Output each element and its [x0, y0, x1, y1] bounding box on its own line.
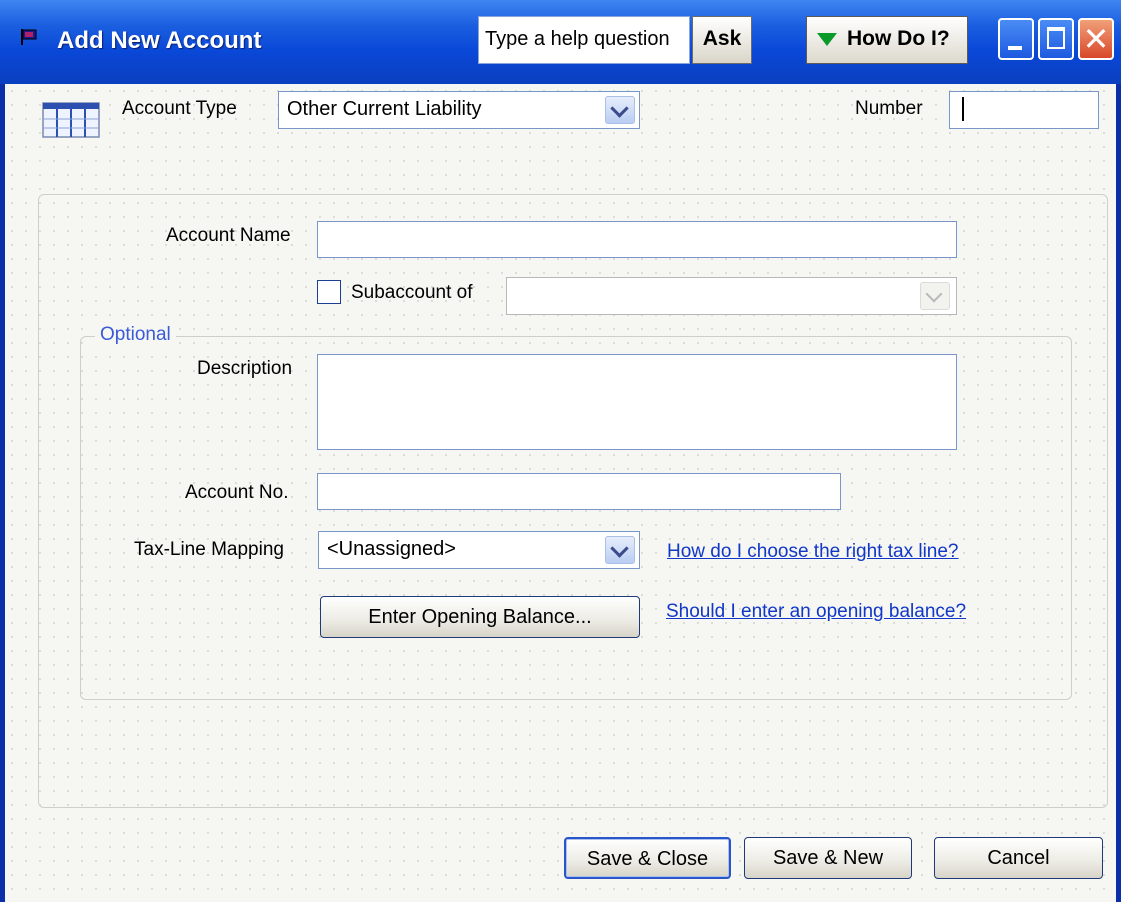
number-input[interactable]: [949, 91, 1099, 129]
chevron-down-icon: [610, 99, 629, 118]
tax-line-help-link[interactable]: How do I choose the right tax line?: [667, 541, 959, 563]
subaccount-dropdown-button[interactable]: [920, 282, 950, 310]
chevron-down-icon: [925, 285, 943, 303]
account-type-select[interactable]: Other Current Liability: [278, 91, 640, 129]
add-new-account-window: Add New Account Type a help question Ask…: [0, 0, 1121, 902]
subaccount-checkbox[interactable]: [317, 280, 341, 304]
app-flag-icon: [21, 29, 37, 45]
account-type-label: Account Type: [122, 98, 237, 119]
close-button[interactable]: ✕: [1078, 18, 1114, 60]
subaccount-label[interactable]: Subaccount of: [351, 282, 472, 304]
account-type-value: Other Current Liability: [287, 98, 482, 120]
minimize-icon: [1008, 46, 1022, 50]
text-caret: [962, 97, 964, 121]
tax-line-mapping-label: Tax-Line Mapping: [134, 539, 284, 560]
tax-line-mapping-select[interactable]: <Unassigned>: [318, 531, 640, 569]
account-no-label: Account No.: [185, 482, 289, 503]
number-label: Number: [855, 98, 923, 119]
window-title: Add New Account: [57, 27, 262, 54]
help-question-input[interactable]: Type a help question: [478, 16, 690, 64]
save-close-button[interactable]: Save & Close: [564, 837, 731, 879]
maximize-icon: [1047, 27, 1065, 49]
maximize-button[interactable]: [1038, 18, 1074, 60]
tax-line-value: <Unassigned>: [327, 538, 456, 560]
minimize-button[interactable]: [998, 18, 1034, 60]
close-icon: ✕: [1082, 20, 1110, 58]
account-grid-icon: [42, 102, 100, 138]
cancel-button[interactable]: Cancel: [934, 837, 1103, 879]
triangle-down-icon: [817, 33, 837, 46]
chevron-down-icon: [610, 539, 629, 558]
optional-legend: Optional: [95, 324, 176, 346]
ask-button[interactable]: Ask: [692, 16, 752, 64]
save-new-button[interactable]: Save & New: [744, 837, 912, 879]
opening-balance-help-link[interactable]: Should I enter an opening balance?: [666, 601, 966, 623]
how-do-i-label: How Do I?: [847, 27, 950, 50]
account-no-input[interactable]: [317, 473, 841, 510]
description-textarea[interactable]: [317, 354, 957, 450]
subaccount-select[interactable]: [506, 277, 957, 315]
enter-opening-balance-button[interactable]: Enter Opening Balance...: [320, 596, 640, 638]
tax-line-dropdown-button[interactable]: [605, 536, 635, 564]
description-label: Description: [197, 358, 293, 379]
account-name-input[interactable]: [317, 221, 957, 258]
how-do-i-button[interactable]: How Do I?: [806, 16, 968, 64]
account-name-label: Account Name: [166, 225, 291, 246]
title-bar[interactable]: Add New Account Type a help question Ask…: [0, 0, 1121, 84]
account-type-dropdown-button[interactable]: [605, 96, 635, 124]
dialog-body: Account Type Other Current Liability Num…: [5, 84, 1116, 902]
